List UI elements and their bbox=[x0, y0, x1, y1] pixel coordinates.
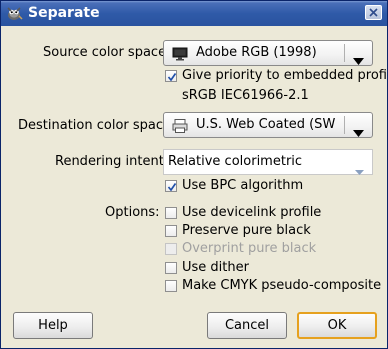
dropdown-arrow-icon bbox=[353, 50, 364, 69]
checkbox-label: Preserve pure black bbox=[182, 223, 311, 238]
destination-color-space-label: Destination color space: bbox=[18, 118, 176, 133]
checkbox-label: Use dither bbox=[182, 260, 249, 275]
checkbox-label: Overprint pure black bbox=[182, 241, 317, 256]
dropdown-arrow-icon bbox=[355, 160, 364, 179]
close-icon bbox=[369, 8, 378, 17]
rendering-intent-combo[interactable]: Relative colorimetric bbox=[163, 149, 373, 175]
checkbox-box[interactable] bbox=[165, 180, 177, 192]
give-priority-embedded-checkbox[interactable]: Give priority to embedded profile bbox=[165, 68, 388, 84]
checkbox-box[interactable] bbox=[165, 225, 177, 237]
overprint-pure-black-checkbox: Overprint pure black bbox=[165, 241, 385, 257]
checkbox-box[interactable] bbox=[165, 207, 177, 219]
checkmark-icon bbox=[167, 183, 177, 192]
checkbox-label: Give priority to embedded profile bbox=[182, 68, 388, 83]
ok-button-label: OK bbox=[327, 318, 347, 333]
rendering-intent-value: Relative colorimetric bbox=[168, 154, 303, 169]
dropdown-arrow-icon bbox=[353, 122, 364, 141]
use-dither-checkbox[interactable]: Use dither bbox=[165, 260, 385, 276]
ok-button[interactable]: OK bbox=[297, 312, 377, 339]
checkbox-label: Use devicelink profile bbox=[182, 205, 322, 220]
source-color-space-value: Adobe RGB (1998) bbox=[196, 45, 317, 60]
window-title: Separate bbox=[28, 5, 100, 21]
combo-separator bbox=[344, 44, 345, 62]
monitor-icon bbox=[172, 46, 188, 61]
help-button[interactable]: Help bbox=[13, 312, 93, 339]
source-color-space-label: Source color space: bbox=[43, 45, 171, 60]
source-color-space-combo[interactable]: Adobe RGB (1998) bbox=[163, 40, 373, 66]
checkbox-box bbox=[165, 243, 177, 255]
checkbox-box[interactable] bbox=[165, 280, 177, 292]
destination-color-space-value: U.S. Web Coated (SWO… bbox=[196, 117, 336, 132]
printer-icon bbox=[172, 118, 188, 133]
cancel-button-label: Cancel bbox=[224, 318, 270, 333]
checkbox-label: Use BPC algorithm bbox=[182, 178, 304, 193]
checkbox-label: Make CMYK pseudo-composite bbox=[182, 278, 382, 293]
combo-separator bbox=[344, 116, 345, 134]
embedded-profile-name: sRGB IEC61966-2.1 bbox=[182, 88, 309, 103]
checkmark-icon bbox=[167, 73, 177, 82]
title-bar[interactable]: Separate bbox=[1, 1, 387, 26]
options-label: Options: bbox=[105, 205, 160, 220]
checkbox-box[interactable] bbox=[165, 262, 177, 274]
destination-color-space-combo[interactable]: U.S. Web Coated (SWO… bbox=[163, 112, 373, 138]
help-button-label: Help bbox=[38, 318, 68, 333]
checkbox-box[interactable] bbox=[165, 70, 177, 82]
gimp-wilber-icon bbox=[5, 4, 23, 22]
use-bpc-checkbox[interactable]: Use BPC algorithm bbox=[165, 178, 385, 194]
preserve-pure-black-checkbox[interactable]: Preserve pure black bbox=[165, 223, 385, 239]
separate-dialog: Separate Source color space: Adobe RGB (… bbox=[0, 0, 388, 349]
use-devicelink-checkbox[interactable]: Use devicelink profile bbox=[165, 205, 385, 221]
rendering-intent-label: Rendering intent: bbox=[55, 154, 169, 169]
cmyk-pseudo-composite-checkbox[interactable]: Make CMYK pseudo-composite bbox=[165, 278, 385, 294]
cancel-button[interactable]: Cancel bbox=[207, 312, 287, 339]
close-button[interactable] bbox=[365, 5, 382, 20]
